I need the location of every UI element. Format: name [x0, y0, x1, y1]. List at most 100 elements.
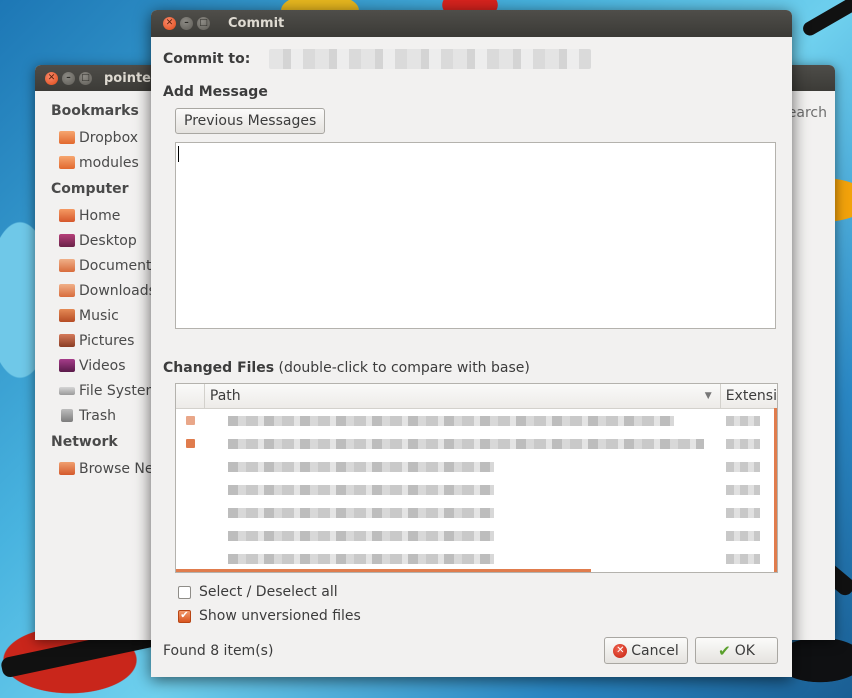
checkmark-icon: ✔ [718, 641, 731, 660]
minimize-icon[interactable]: – [180, 17, 193, 30]
row-path-cell [204, 415, 722, 426]
sort-descending-icon: ▼ [704, 391, 712, 401]
sidebar-item-label: Documents [79, 257, 159, 274]
sidebar-item-label: Desktop [79, 232, 137, 249]
redacted-path [228, 484, 494, 495]
sidebar-item-music[interactable]: Music [35, 303, 153, 328]
row-extension-cell [722, 415, 777, 426]
table-row[interactable] [176, 409, 777, 432]
select-all-checkbox[interactable] [178, 585, 191, 599]
sidebar-item-dropbox[interactable]: Dropbox [35, 125, 153, 150]
sidebar-item-documents[interactable]: Documents [35, 253, 159, 278]
select-all-row[interactable]: Select / Deselect all [178, 584, 338, 600]
table-row[interactable] [176, 432, 777, 455]
sidebar-header-network: Network [51, 434, 118, 450]
sidebar-item-label: modules [79, 154, 139, 171]
sidebar-item-trash[interactable]: Trash [35, 403, 153, 428]
redacted-path [228, 415, 674, 426]
sidebar-item-videos[interactable]: Videos [35, 353, 153, 378]
cancel-button[interactable]: ✕ Cancel [604, 637, 688, 664]
table-row[interactable] [176, 501, 777, 524]
row-path-cell [204, 484, 722, 495]
row-extension-cell [722, 553, 777, 564]
redacted-extension [726, 507, 760, 518]
row-checkbox[interactable] [176, 439, 204, 448]
fm-window-title: pointe [104, 70, 151, 86]
cancel-button-label: Cancel [631, 642, 679, 659]
column-header-extension[interactable]: Extensi [721, 384, 777, 408]
sidebar-item-label: Pictures [79, 332, 135, 349]
ok-button-label: OK [734, 642, 755, 659]
sidebar-item-label: Dropbox [79, 129, 138, 146]
row-extension-cell [722, 438, 777, 449]
column-header-checkbox[interactable] [176, 384, 205, 408]
redacted-extension [726, 553, 760, 564]
file-system-icon [59, 386, 75, 395]
sidebar-item-label: Browse Ne [79, 460, 154, 477]
home-icon [59, 209, 75, 222]
sidebar-item-pictures[interactable]: Pictures [35, 328, 153, 353]
network-folder-icon [59, 462, 75, 475]
maximize-icon[interactable]: □ [197, 17, 210, 30]
row-extension-cell [722, 507, 777, 518]
select-all-label: Select / Deselect all [199, 584, 338, 600]
table-row[interactable] [176, 547, 777, 570]
horizontal-scrollbar[interactable] [176, 569, 591, 572]
desktop-icon [59, 234, 75, 247]
status-text: Found 8 item(s) [163, 643, 274, 659]
fm-close-icon[interactable]: ✕ [45, 71, 58, 85]
changed-files-table[interactable]: Path ▼ Extensi [175, 383, 778, 573]
row-path-cell [204, 553, 722, 564]
redacted-extension [726, 461, 760, 472]
fm-maximize-icon[interactable]: □ [79, 71, 92, 85]
fm-minimize-icon[interactable]: – [62, 71, 75, 85]
sidebar-item-downloads[interactable]: Downloads [35, 278, 156, 303]
redacted-path [228, 461, 494, 472]
redacted-extension [726, 530, 760, 541]
sidebar-item-label: Downloads [79, 282, 156, 299]
column-header-label: Path [209, 388, 241, 404]
sidebar-item-home[interactable]: Home [35, 203, 153, 228]
redacted-extension [726, 415, 760, 426]
wallpaper-stroke [800, 0, 852, 39]
column-header-path[interactable]: Path ▼ [205, 384, 721, 408]
commit-message-textarea[interactable] [175, 142, 776, 329]
sidebar-item-label: Home [79, 207, 121, 224]
sidebar-item-desktop[interactable]: Desktop [35, 228, 153, 253]
redacted-path [228, 530, 494, 541]
commit-to-label: Commit to: [163, 51, 251, 67]
commit-dialog: ✕ – □ Commit Commit to: Add Message Prev… [151, 10, 792, 677]
previous-messages-button[interactable]: Previous Messages [175, 108, 326, 134]
close-icon[interactable]: ✕ [163, 17, 176, 30]
table-row[interactable] [176, 524, 777, 547]
trash-icon [61, 409, 73, 422]
table-row[interactable] [176, 455, 777, 478]
sidebar-item-modules[interactable]: modules [35, 150, 153, 175]
table-header: Path ▼ Extensi [176, 384, 777, 409]
fm-sidebar: Bookmarks Dropbox modules Computer Home … [35, 91, 159, 481]
show-unversioned-checkbox[interactable]: ✔ [178, 609, 191, 623]
table-body [176, 409, 777, 572]
redacted-extension [726, 438, 760, 449]
changed-files-label: Changed Files (double-click to compare w… [163, 360, 530, 376]
sidebar-item-file-system[interactable]: File System [35, 378, 159, 403]
cancel-icon: ✕ [613, 643, 628, 658]
folder-icon [59, 131, 75, 144]
table-row[interactable] [176, 478, 777, 501]
music-icon [59, 309, 75, 322]
show-unversioned-row[interactable]: ✔ Show unversioned files [178, 608, 361, 624]
table-scrollbar[interactable] [774, 408, 777, 572]
dialog-content: Commit to: Add Message Previous Messages… [163, 37, 780, 677]
redacted-path [228, 553, 494, 564]
sidebar-header-bookmarks: Bookmarks [51, 103, 139, 119]
redacted-extension [726, 484, 760, 495]
sidebar-item-browse-network[interactable]: Browse Ne [35, 456, 154, 481]
sidebar-item-label: File System [79, 382, 160, 399]
row-checkbox[interactable] [176, 416, 204, 425]
show-unversioned-label: Show unversioned files [199, 608, 361, 624]
fm-search-field[interactable]: earch [788, 105, 827, 121]
ok-button[interactable]: ✔ OK [695, 637, 778, 664]
row-extension-cell [722, 530, 777, 541]
add-message-label: Add Message [163, 84, 268, 100]
row-path-cell [204, 438, 722, 449]
